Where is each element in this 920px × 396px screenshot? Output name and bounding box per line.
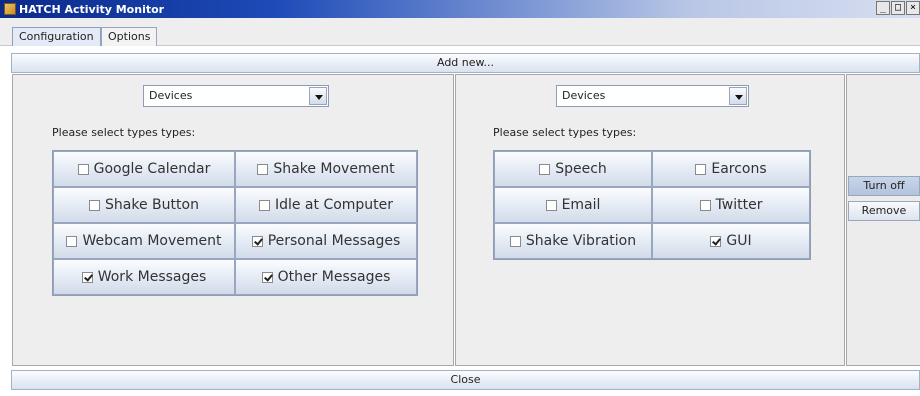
left-select-value: Devices (149, 89, 193, 102)
checkbox-icon[interactable] (509, 235, 521, 247)
chevron-down-icon[interactable] (729, 87, 747, 105)
left-option[interactable]: Personal Messages (235, 223, 417, 259)
maximize-button[interactable]: □ (891, 1, 905, 15)
checkbox-icon[interactable] (699, 199, 711, 211)
right-option[interactable]: Email (494, 187, 652, 223)
title-bar: HATCH Activity Monitor _ □ × (0, 0, 920, 18)
left-option[interactable]: Shake Button (53, 187, 235, 223)
right-option[interactable]: Shake Vibration (494, 223, 652, 259)
right-select-value: Devices (562, 89, 606, 102)
left-option[interactable]: Google Calendar (53, 151, 235, 187)
right-option-label: Twitter (715, 197, 763, 213)
turn-off-button[interactable]: Turn off (848, 176, 920, 196)
left-option[interactable]: Idle at Computer (235, 187, 417, 223)
right-device-panel: Devices Please select types types: Speec… (455, 74, 845, 366)
right-device-select[interactable]: Devices (556, 85, 749, 107)
left-option-label: Shake Movement (273, 161, 395, 177)
checkbox-checked-icon[interactable] (710, 235, 722, 247)
right-option-label: Email (561, 197, 601, 213)
checkbox-icon[interactable] (539, 163, 551, 175)
left-options-grid: Google Calendar Shake Movement Shake Butto… (52, 150, 418, 296)
side-action-column: Turn off Remove (846, 74, 920, 366)
right-option[interactable]: Earcons (652, 151, 810, 187)
window-controls: _ □ × (876, 1, 920, 15)
checkbox-icon[interactable] (545, 199, 557, 211)
checkbox-icon[interactable] (89, 199, 101, 211)
checkbox-icon[interactable] (66, 235, 78, 247)
left-device-select[interactable]: Devices (143, 85, 329, 107)
right-option[interactable]: Speech (494, 151, 652, 187)
checkbox-icon[interactable] (258, 199, 270, 211)
left-option-label: Personal Messages (267, 233, 401, 249)
left-option-label: Work Messages (97, 269, 207, 285)
right-option-label: Shake Vibration (525, 233, 637, 249)
left-option-label: Shake Button (105, 197, 199, 213)
minimize-button[interactable]: _ (876, 1, 890, 15)
tab-options[interactable]: Options (101, 27, 158, 46)
remove-button[interactable]: Remove (848, 201, 920, 221)
left-device-panel: Devices Please select types types: Googl… (12, 74, 454, 366)
chevron-down-icon[interactable] (309, 87, 327, 105)
right-option[interactable]: Twitter (652, 187, 810, 223)
left-option[interactable]: Other Messages (235, 259, 417, 295)
tab-strip: Configuration Options (0, 18, 920, 46)
right-option-label: GUI (726, 233, 752, 249)
checkbox-icon[interactable] (257, 163, 269, 175)
window-title: HATCH Activity Monitor (19, 2, 165, 16)
right-option-label: Speech (555, 161, 607, 177)
checkbox-checked-icon[interactable] (251, 235, 263, 247)
right-option[interactable]: GUI (652, 223, 810, 259)
checkbox-checked-icon[interactable] (81, 271, 93, 283)
left-option-label: Webcam Movement (82, 233, 222, 249)
left-prompt: Please select types types: (52, 126, 196, 139)
checkbox-checked-icon[interactable] (261, 271, 273, 283)
close-window-button[interactable]: × (906, 1, 920, 15)
app-icon (4, 3, 16, 15)
add-new-button[interactable]: Add new... (11, 53, 920, 73)
left-option-label: Other Messages (277, 269, 391, 285)
left-option-label: Idle at Computer (274, 197, 394, 213)
checkbox-icon[interactable] (77, 163, 89, 175)
right-option-label: Earcons (711, 161, 767, 177)
right-prompt: Please select types types: (493, 126, 637, 139)
left-option[interactable]: Shake Movement (235, 151, 417, 187)
left-option[interactable]: Webcam Movement (53, 223, 235, 259)
left-option[interactable]: Work Messages (53, 259, 235, 295)
checkbox-icon[interactable] (695, 163, 707, 175)
tab-configuration[interactable]: Configuration (12, 27, 101, 46)
right-options-grid: Speech Earcons Email Twitter Shake Vibration… (493, 150, 811, 260)
left-option-label: Google Calendar (93, 161, 211, 177)
close-button[interactable]: Close (11, 370, 920, 390)
